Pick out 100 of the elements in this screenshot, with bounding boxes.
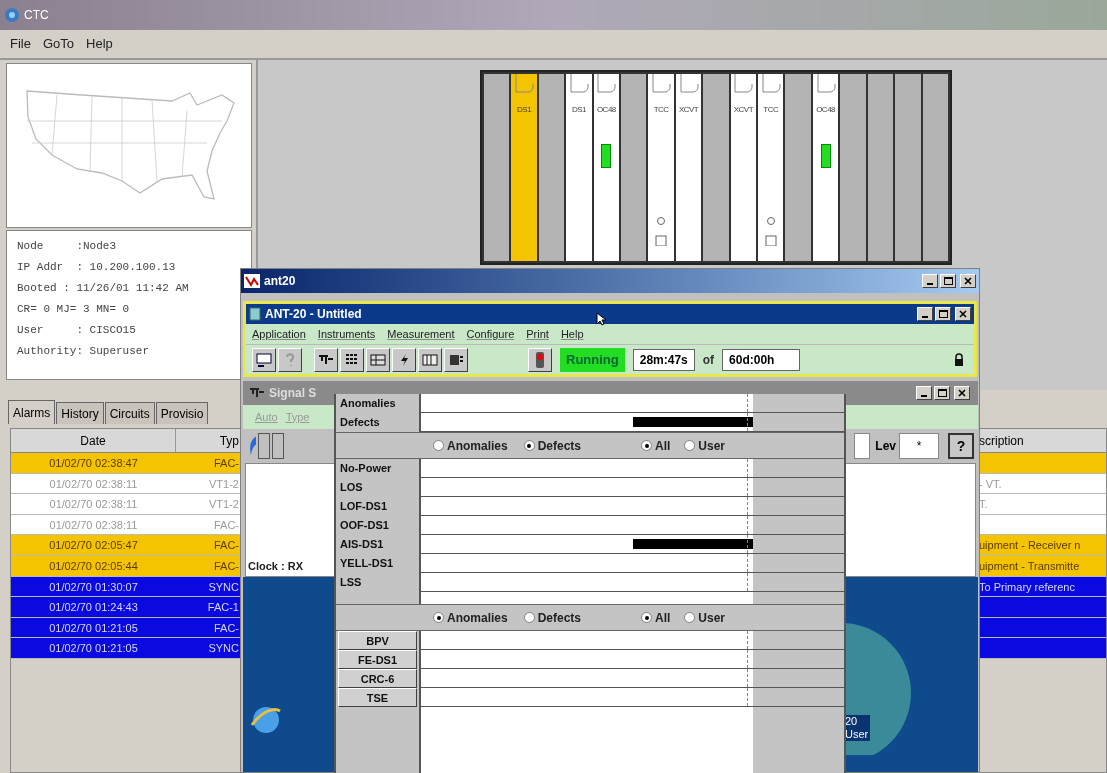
window-title: ant20 [264, 273, 296, 290]
menu-item[interactable]: GoTo [42, 34, 75, 54]
counter-button[interactable]: FE-DS1 [338, 650, 417, 669]
menu-item[interactable]: Application [252, 325, 306, 343]
card-slot[interactable]: TCC [648, 74, 674, 261]
card-label: DS1 [571, 104, 586, 116]
maximize-button[interactable] [934, 386, 950, 400]
column-header[interactable]: Date [11, 429, 176, 452]
table-cell-text: To Primary referenc [979, 579, 1076, 595]
stop-button[interactable] [528, 347, 552, 372]
tab[interactable]: Alarms [8, 400, 56, 424]
traffic-light-icon [535, 350, 545, 369]
menu-item[interactable]: File [10, 34, 31, 54]
radio-option[interactable]: Defects [523, 436, 582, 455]
text-field[interactable] [854, 433, 871, 459]
lock-icon [954, 352, 964, 367]
close-button[interactable] [960, 274, 976, 288]
table-cell-text: 01/02/70 02:05:44 [48, 558, 139, 574]
menu-item[interactable]: Instruments [317, 325, 376, 343]
table-cell-text: 01/02/70 02:38:11 [48, 476, 139, 492]
card-slot[interactable]: OC48 [593, 74, 620, 261]
table-cell-text: 01/02/70 02:38:11 [48, 517, 139, 533]
minimize-button[interactable] [916, 386, 932, 400]
table-cell-text: SYNC [207, 641, 239, 657]
table-cell-text: FAC-1 [206, 600, 239, 616]
table-cell-text: 01/02/70 01:21:05 [48, 620, 139, 636]
menu-item[interactable]: Configure [466, 325, 515, 343]
radio-option[interactable]: Anomalies [433, 436, 508, 455]
menu-item[interactable]: Help [86, 34, 113, 54]
window-title: CTC [24, 7, 49, 24]
counter-button[interactable]: BPV [338, 631, 417, 650]
node-info-line: Authority: Superuser [17, 344, 151, 359]
maximize-button[interactable] [940, 274, 956, 288]
app-icon [249, 307, 261, 321]
radio-option[interactable]: User [684, 608, 726, 627]
table-icon [370, 352, 386, 367]
minimize-button[interactable] [922, 274, 938, 288]
counter-button[interactable]: CRC-6 [338, 669, 417, 688]
card-slot[interactable]: XCVT [730, 74, 757, 261]
row-label: LSS [340, 575, 363, 590]
level-field[interactable]: * [899, 433, 939, 459]
table-cell-text: 01/02/70 02:05:47 [48, 538, 139, 554]
counter-button[interactable]: TSE [338, 688, 417, 707]
clock-label: Clock : RX [247, 558, 304, 574]
level-label: Lev [875, 438, 896, 455]
card-slot[interactable]: TCC [758, 74, 784, 261]
tab[interactable]: History [56, 402, 104, 424]
row-label: YELL-DS1 [340, 556, 395, 571]
close-icon [964, 277, 972, 285]
radio-option[interactable]: All [641, 436, 671, 455]
close-button[interactable] [954, 386, 970, 400]
cursor-icon [595, 312, 606, 326]
tab[interactable]: Provisio [155, 402, 209, 424]
tab[interactable]: Circuits [104, 402, 155, 424]
menu-item[interactable]: Print [526, 325, 549, 343]
status-led [820, 144, 831, 168]
column-header[interactable]: Typ [176, 429, 239, 452]
card-slot[interactable]: OC48 [812, 74, 839, 261]
card-slot[interactable]: DS1 [566, 74, 592, 261]
status-led [601, 144, 612, 168]
node-info-line: User : CISCO15 [17, 323, 137, 338]
row-label: No-Power [340, 461, 393, 476]
close-icon [958, 389, 966, 397]
table-cell-text: 01/02/70 01:21:05 [48, 641, 139, 657]
maximize-icon [943, 277, 953, 285]
table-cell-text: VT1-2 [208, 497, 239, 513]
maximize-icon [938, 310, 948, 318]
of-label: of [702, 351, 715, 369]
table-cell-text: 01/02/70 01:30:07 [48, 579, 139, 595]
card-slot[interactable]: DS1 [511, 74, 537, 261]
card-label: OC48 [816, 104, 836, 116]
minimize-button[interactable] [917, 307, 933, 321]
table-cell-text: SYNC [207, 579, 239, 595]
close-button[interactable] [955, 307, 971, 321]
close-icon [959, 310, 967, 318]
window-title: Signal S [269, 385, 317, 402]
help-button[interactable]: ? [948, 433, 974, 459]
radio-option[interactable]: Defects [523, 608, 582, 627]
radio-option[interactable]: Anomalies [433, 608, 508, 627]
row-label: Defects [340, 415, 381, 430]
maximize-icon [937, 389, 947, 397]
column-header[interactable]: scription [979, 429, 1106, 452]
table-cell-text: VT1-2 [208, 476, 239, 492]
node-info-line: CR= 0 MJ= 3 MN= 0 [17, 302, 131, 317]
table-cell-text: FAC- [212, 558, 239, 574]
window-icon [256, 352, 272, 367]
maximize-button[interactable] [935, 307, 951, 321]
duration-field: 60d:00h [722, 348, 801, 371]
table-cell-text: FAC- [212, 456, 239, 471]
table-cell-text: uipment - Receiver n [979, 538, 1082, 554]
radio-option[interactable]: All [641, 608, 671, 627]
row-label: LOS [340, 480, 364, 495]
radio-option[interactable]: User [684, 436, 726, 455]
card-slot[interactable]: XCVT [675, 74, 702, 261]
menu-item[interactable]: Measurement [387, 325, 455, 343]
card-label: XCVT [678, 104, 699, 116]
menu-item[interactable]: Help [560, 325, 584, 343]
card-label: TCC [653, 104, 669, 116]
node-info-line: Node :Node3 [17, 239, 118, 254]
row-label: Anomalies [340, 396, 397, 411]
